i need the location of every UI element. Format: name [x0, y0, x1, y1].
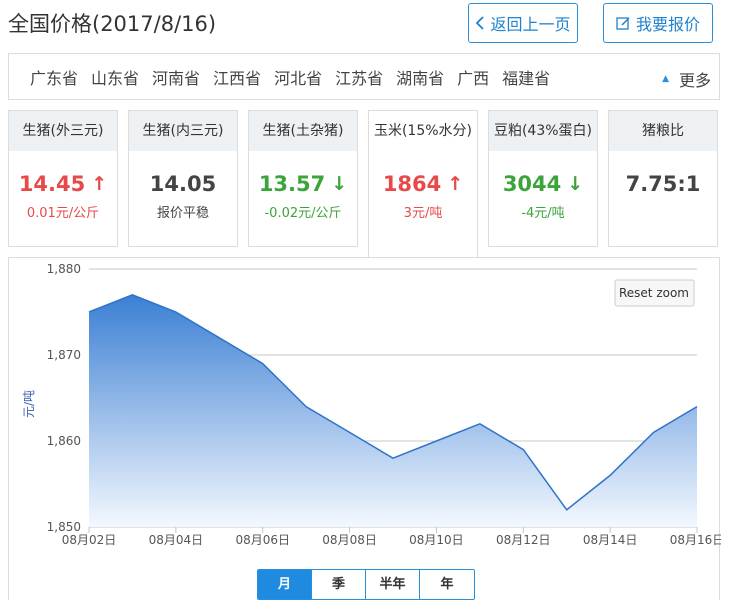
y-tick-label: 1,870	[47, 348, 81, 362]
x-tick-label: 08月10日	[409, 533, 464, 547]
price-change: 3元/吨	[403, 206, 443, 221]
province-item[interactable]: 广西	[457, 65, 489, 89]
header: 全国价格(2017/8/16) 返回上一页 我要报价	[0, 0, 729, 46]
more-label: 更多	[678, 71, 711, 90]
x-tick-label: 08月06日	[235, 533, 290, 547]
price-change: -4元/吨	[521, 206, 565, 221]
edit-icon	[616, 16, 630, 30]
y-tick-label: 1,850	[47, 520, 81, 534]
chevron-left-icon	[476, 16, 485, 30]
reset-zoom-label: Reset zoom	[619, 286, 689, 300]
price-value: 7.75:1	[625, 172, 701, 196]
price-card[interactable]: 生猪(土杂猪) 13.57 ↓ -0.02元/公斤	[248, 110, 358, 247]
back-button[interactable]: 返回上一页	[468, 3, 578, 43]
tab-month[interactable]: 月	[258, 570, 312, 599]
triangle-up-icon: ▲	[662, 74, 669, 84]
province-item[interactable]: 河南省	[152, 65, 200, 89]
province-item[interactable]: 山东省	[91, 65, 139, 89]
price-card-label: 生猪(外三元)	[9, 111, 117, 151]
arrow-up-icon: ↑	[91, 173, 108, 195]
province-item[interactable]: 江西省	[213, 65, 261, 89]
price-card[interactable]: 猪粮比 7.75:1	[608, 110, 718, 247]
price-card-label: 生猪(内三元)	[129, 111, 237, 151]
province-item[interactable]: 湖南省	[396, 65, 444, 89]
y-tick-label: 1,880	[47, 262, 81, 276]
y-tick-label: 1,860	[47, 434, 81, 448]
price-card-label: 玉米(15%水分)	[369, 111, 477, 151]
x-tick-label: 08月16日	[670, 533, 721, 547]
province-bar: 广东省 山东省 河南省 江西省 河北省 江苏省 湖南省 广西 福建省 ▲ 更多	[8, 53, 720, 100]
province-item[interactable]: 福建省	[502, 65, 550, 89]
tab-quarter[interactable]: 季	[312, 570, 366, 599]
province-item[interactable]: 江苏省	[335, 65, 383, 89]
x-tick-label: 08月12日	[496, 533, 551, 547]
area-fill	[89, 294, 697, 527]
arrow-up-icon: ↑	[447, 173, 464, 195]
price-card-label: 猪粮比	[609, 111, 717, 151]
price-value: 14.45	[18, 172, 86, 196]
price-value: 1864	[382, 172, 442, 196]
price-value: 14.05	[149, 172, 217, 196]
quote-button-label: 我要报价	[635, 15, 700, 34]
area-chart: 1,880 1,870 1,860 1,850 08月02日 08月04日 08月06日 0…	[22, 262, 721, 547]
arrow-down-icon: ↓	[331, 173, 348, 195]
tab-year[interactable]: 年	[420, 570, 474, 599]
price-value: 13.57	[258, 172, 326, 196]
province-item[interactable]: 广东省	[30, 65, 78, 89]
quote-button[interactable]: 我要报价	[603, 3, 713, 43]
reset-zoom-button[interactable]: Reset zoom	[614, 279, 695, 307]
price-change: 报价平稳	[156, 206, 209, 221]
x-tick-label: 08月02日	[62, 533, 117, 547]
page-title: 全国价格(2017/8/16)	[8, 12, 217, 36]
price-card-active[interactable]: 玉米(15%水分) 1864 ↑ 3元/吨	[368, 110, 478, 258]
x-tick-label: 08月04日	[149, 533, 204, 547]
price-change: 0.01元/公斤	[26, 206, 100, 221]
y-axis-label: 元/吨	[22, 390, 36, 418]
price-chart: 1,880 1,870 1,860 1,850 08月02日 08月04日 08月06日 0…	[8, 257, 721, 600]
x-tick-label: 08月08日	[322, 533, 377, 547]
x-tick-label: 08月14日	[583, 533, 638, 547]
price-change: -0.02元/公斤	[264, 206, 342, 221]
back-button-label: 返回上一页	[490, 15, 571, 34]
price-card[interactable]: 生猪(内三元) 14.05 报价平稳	[128, 110, 238, 247]
more-toggle[interactable]: ▲ 更多	[662, 67, 711, 91]
province-item[interactable]: 河北省	[274, 65, 322, 89]
price-cards: 生猪(外三元) 14.45 ↑ 0.01元/公斤 生猪(内三元) 14.05 报价…	[8, 110, 720, 258]
price-value: 3044	[502, 172, 562, 196]
tab-half-year[interactable]: 半年	[366, 570, 420, 599]
price-card[interactable]: 生猪(外三元) 14.45 ↑ 0.01元/公斤	[8, 110, 118, 247]
price-card-label: 豆粕(43%蛋白)	[489, 111, 597, 151]
range-tabs: 月 季 半年 年	[257, 569, 475, 600]
arrow-down-icon: ↓	[567, 173, 584, 195]
price-card[interactable]: 豆粕(43%蛋白) 3044 ↓ -4元/吨	[488, 110, 598, 247]
price-card-label: 生猪(土杂猪)	[249, 111, 357, 151]
